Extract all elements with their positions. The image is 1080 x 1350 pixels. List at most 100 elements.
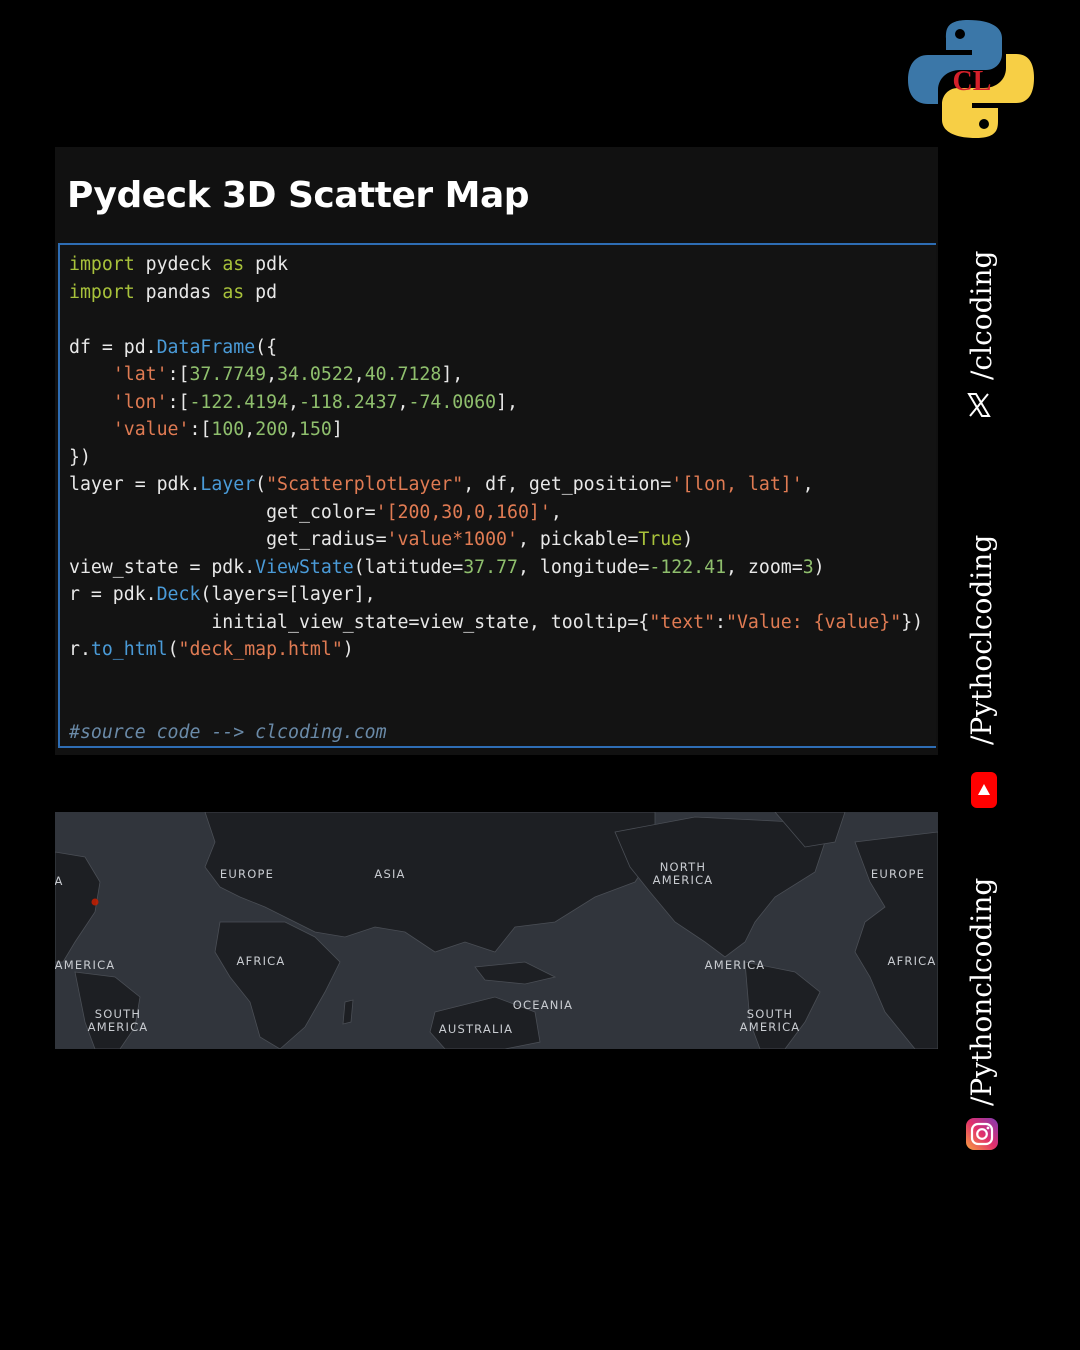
code-token: r.: [69, 639, 91, 660]
code-lines: import pydeck as pdk import pandas as pd d…: [69, 251, 923, 746]
code-token: ,: [802, 474, 814, 495]
map-region-label: SOUTH AMERICA: [739, 1007, 801, 1034]
code-token: ): [342, 639, 354, 660]
code-token: 150: [299, 419, 332, 440]
code-token: -122.41: [649, 556, 727, 578]
code-token: "deck_map.html": [178, 639, 343, 660]
code-token: 'lon': [112, 391, 168, 413]
youtube-handle[interactable]: /Pythoclcoding: [965, 535, 998, 745]
code-token: r = pdk.: [69, 584, 157, 605]
code-token: 40.7128: [364, 364, 442, 385]
code-token: True: [638, 529, 683, 550]
code-token: ): [813, 556, 825, 578]
code-token: ({: [255, 336, 278, 358]
code-token: view_state = pdk.: [69, 556, 256, 578]
map-region-label: EUROPE: [219, 867, 275, 881]
code-token: ,: [266, 364, 278, 385]
map-region-label: EUROPE: [870, 867, 926, 881]
code-token: ): [682, 529, 694, 550]
map-region-label: AMERICA: [704, 958, 766, 972]
code-token: "ScatterplotLayer": [266, 474, 464, 495]
code-token: as: [222, 281, 245, 303]
code-token: DataFrame: [156, 336, 256, 358]
code-token: (layers=[layer],: [200, 584, 376, 605]
code-token: ,: [353, 364, 365, 385]
code-token: pd: [244, 281, 278, 303]
code-token: pydeck: [134, 254, 223, 275]
code-token: 'lat': [112, 364, 168, 385]
code-token: #source code --> clcoding.com: [69, 721, 387, 743]
code-line: r.to_html("deck_map.html"): [69, 636, 923, 664]
x-handle[interactable]: /clcoding: [965, 251, 998, 380]
code-token: Deck: [156, 584, 201, 605]
logo-text: CL: [953, 66, 992, 97]
code-token: ViewState: [255, 556, 354, 578]
code-token: layer = pdk.: [69, 474, 201, 495]
code-token: :[: [167, 364, 190, 385]
code-token: get_color=: [69, 501, 376, 523]
code-line: 'value':[100,200,150]: [69, 416, 923, 444]
instagram-handle[interactable]: /Pythonclcoding: [965, 878, 998, 1106]
code-token: get_radius=: [69, 529, 387, 550]
instagram-icon: [966, 1118, 998, 1150]
code-token: 37.7749: [189, 364, 267, 385]
code-line: view_state = pdk.ViewState(latitude=37.7…: [69, 554, 923, 582]
map-region-label: AFRICA: [887, 954, 937, 968]
code-token: ,: [288, 391, 299, 413]
map-region-label: OCEANIA: [512, 998, 574, 1012]
code-token: , longitude=: [517, 556, 650, 578]
map-region-label: ASIA: [374, 867, 406, 881]
code-line: r = pdk.Deck(layers=[layer],: [69, 581, 923, 609]
code-token: df = pd.: [69, 336, 157, 358]
code-token: :[: [167, 391, 190, 413]
map-region-label: NORTH AMERICA: [652, 860, 714, 887]
map-region-label: A: [55, 874, 64, 888]
code-line: #source code --> clcoding.com: [69, 719, 923, 747]
code-token: ,: [288, 419, 299, 440]
code-token: }): [901, 611, 924, 633]
scatter-point[interactable]: [91, 898, 99, 906]
code-token: :[: [189, 419, 212, 440]
code-line: }): [69, 444, 923, 472]
python-logo: CL: [908, 18, 1036, 140]
code-token: pdk: [244, 254, 289, 275]
code-token: (latitude=: [353, 556, 464, 578]
map-region-label: AMERICA: [55, 958, 116, 972]
code-token: 'value': [112, 419, 190, 440]
code-line: import pandas as pd: [69, 279, 923, 307]
code-token: ,: [244, 419, 256, 440]
map-region-label: AUSTRALIA: [438, 1022, 514, 1036]
map-view[interactable]: EUROPE ASIA NORTH AMERICA EUROPE A AMERICA AFR…: [55, 812, 938, 1049]
code-token: -122.4194: [189, 391, 289, 413]
code-token: 34.0522: [277, 364, 354, 385]
code-token: Layer: [200, 474, 256, 495]
code-line: layer = pdk.Layer("ScatterplotLayer", df…: [69, 471, 923, 499]
code-token: 'value*1000': [386, 529, 518, 550]
code-token: '[200,30,0,160]': [375, 501, 551, 523]
code-token: 100: [211, 419, 245, 440]
code-token: initial_view_state=view_state, tooltip={: [69, 611, 650, 633]
map-region-label: SOUTH AMERICA: [87, 1007, 149, 1034]
code-token: "Value: {value}": [726, 611, 902, 633]
x-icon: [966, 392, 992, 418]
code-line: get_color='[200,30,0,160]',: [69, 499, 923, 527]
code-token: '[lon, lat]': [671, 474, 803, 495]
code-token: -74.0060: [408, 391, 497, 413]
code-block: import pydeck as pdk import pandas as pd d…: [58, 243, 936, 748]
code-line: get_radius='value*1000', pickable=True): [69, 526, 923, 554]
code-token: (: [167, 639, 179, 660]
code-token: }): [69, 446, 91, 468]
code-token: , pickable=: [517, 529, 639, 550]
code-token: to_html: [90, 639, 168, 660]
code-token: (: [255, 474, 267, 495]
map-land-layer: [55, 812, 938, 1049]
code-token: ,: [550, 501, 562, 523]
code-token: , zoom=: [726, 556, 803, 578]
code-token: import: [69, 254, 135, 275]
code-token: ,: [397, 391, 409, 413]
map-region-label: AFRICA: [236, 954, 286, 968]
